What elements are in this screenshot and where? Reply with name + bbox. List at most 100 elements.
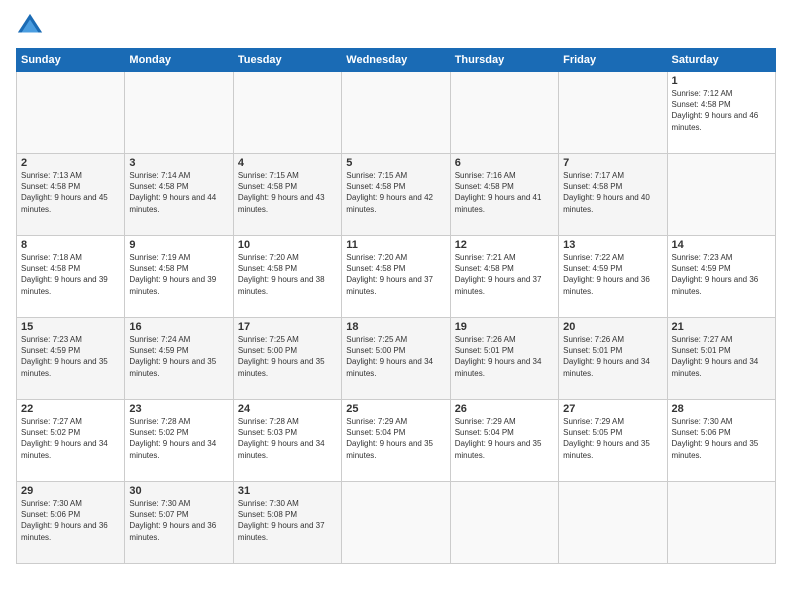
day-info: Sunrise: 7:20 AMSunset: 4:58 PMDaylight:… — [346, 252, 445, 297]
day-number: 11 — [346, 239, 445, 251]
day-number: 6 — [455, 157, 554, 169]
day-info: Sunrise: 7:30 AMSunset: 5:06 PMDaylight:… — [21, 498, 120, 543]
day-number: 30 — [129, 485, 228, 497]
calendar-cell: 11Sunrise: 7:20 AMSunset: 4:58 PMDayligh… — [342, 236, 450, 318]
calendar-cell: 15Sunrise: 7:23 AMSunset: 4:59 PMDayligh… — [17, 318, 125, 400]
calendar-cell — [342, 482, 450, 564]
day-number: 22 — [21, 403, 120, 415]
day-info: Sunrise: 7:30 AMSunset: 5:08 PMDaylight:… — [238, 498, 337, 543]
day-info: Sunrise: 7:15 AMSunset: 4:58 PMDaylight:… — [238, 170, 337, 215]
calendar-cell — [450, 482, 558, 564]
calendar-cell: 20Sunrise: 7:26 AMSunset: 5:01 PMDayligh… — [559, 318, 667, 400]
day-info: Sunrise: 7:13 AMSunset: 4:58 PMDaylight:… — [21, 170, 120, 215]
calendar-cell: 18Sunrise: 7:25 AMSunset: 5:00 PMDayligh… — [342, 318, 450, 400]
calendar-header-cell: Monday — [125, 49, 233, 72]
calendar-cell: 29Sunrise: 7:30 AMSunset: 5:06 PMDayligh… — [17, 482, 125, 564]
calendar-week-row: 2Sunrise: 7:13 AMSunset: 4:58 PMDaylight… — [17, 154, 776, 236]
day-number: 28 — [672, 403, 771, 415]
day-number: 26 — [455, 403, 554, 415]
calendar-cell: 10Sunrise: 7:20 AMSunset: 4:58 PMDayligh… — [233, 236, 341, 318]
day-number: 31 — [238, 485, 337, 497]
calendar-cell — [17, 72, 125, 154]
day-info: Sunrise: 7:18 AMSunset: 4:58 PMDaylight:… — [21, 252, 120, 297]
day-number: 9 — [129, 239, 228, 251]
calendar-table: SundayMondayTuesdayWednesdayThursdayFrid… — [16, 48, 776, 564]
calendar-cell: 17Sunrise: 7:25 AMSunset: 5:00 PMDayligh… — [233, 318, 341, 400]
calendar-cell — [559, 72, 667, 154]
calendar-week-row: 22Sunrise: 7:27 AMSunset: 5:02 PMDayligh… — [17, 400, 776, 482]
day-info: Sunrise: 7:21 AMSunset: 4:58 PMDaylight:… — [455, 252, 554, 297]
calendar-cell: 9Sunrise: 7:19 AMSunset: 4:58 PMDaylight… — [125, 236, 233, 318]
calendar-cell: 6Sunrise: 7:16 AMSunset: 4:58 PMDaylight… — [450, 154, 558, 236]
day-number: 24 — [238, 403, 337, 415]
calendar-header-cell: Tuesday — [233, 49, 341, 72]
calendar-cell: 4Sunrise: 7:15 AMSunset: 4:58 PMDaylight… — [233, 154, 341, 236]
day-number: 5 — [346, 157, 445, 169]
day-info: Sunrise: 7:28 AMSunset: 5:03 PMDaylight:… — [238, 416, 337, 461]
calendar-cell — [233, 72, 341, 154]
day-info: Sunrise: 7:19 AMSunset: 4:58 PMDaylight:… — [129, 252, 228, 297]
day-info: Sunrise: 7:22 AMSunset: 4:59 PMDaylight:… — [563, 252, 662, 297]
calendar-page: SundayMondayTuesdayWednesdayThursdayFrid… — [0, 0, 792, 612]
calendar-cell: 1Sunrise: 7:12 AMSunset: 4:58 PMDaylight… — [667, 72, 775, 154]
day-number: 12 — [455, 239, 554, 251]
calendar-header-cell: Saturday — [667, 49, 775, 72]
day-number: 16 — [129, 321, 228, 333]
day-number: 8 — [21, 239, 120, 251]
logo-icon — [16, 12, 44, 40]
calendar-cell — [342, 72, 450, 154]
day-number: 20 — [563, 321, 662, 333]
calendar-cell: 24Sunrise: 7:28 AMSunset: 5:03 PMDayligh… — [233, 400, 341, 482]
calendar-cell — [559, 482, 667, 564]
day-info: Sunrise: 7:25 AMSunset: 5:00 PMDaylight:… — [238, 334, 337, 379]
header — [16, 12, 776, 40]
calendar-body: 1Sunrise: 7:12 AMSunset: 4:58 PMDaylight… — [17, 72, 776, 564]
calendar-week-row: 29Sunrise: 7:30 AMSunset: 5:06 PMDayligh… — [17, 482, 776, 564]
calendar-cell: 26Sunrise: 7:29 AMSunset: 5:04 PMDayligh… — [450, 400, 558, 482]
day-info: Sunrise: 7:17 AMSunset: 4:58 PMDaylight:… — [563, 170, 662, 215]
day-number: 4 — [238, 157, 337, 169]
day-info: Sunrise: 7:29 AMSunset: 5:05 PMDaylight:… — [563, 416, 662, 461]
day-number: 23 — [129, 403, 228, 415]
calendar-cell: 3Sunrise: 7:14 AMSunset: 4:58 PMDaylight… — [125, 154, 233, 236]
calendar-cell: 8Sunrise: 7:18 AMSunset: 4:58 PMDaylight… — [17, 236, 125, 318]
day-info: Sunrise: 7:15 AMSunset: 4:58 PMDaylight:… — [346, 170, 445, 215]
calendar-header-cell: Sunday — [17, 49, 125, 72]
calendar-cell: 21Sunrise: 7:27 AMSunset: 5:01 PMDayligh… — [667, 318, 775, 400]
day-info: Sunrise: 7:20 AMSunset: 4:58 PMDaylight:… — [238, 252, 337, 297]
day-number: 25 — [346, 403, 445, 415]
day-number: 13 — [563, 239, 662, 251]
calendar-cell — [450, 72, 558, 154]
day-info: Sunrise: 7:28 AMSunset: 5:02 PMDaylight:… — [129, 416, 228, 461]
calendar-cell: 5Sunrise: 7:15 AMSunset: 4:58 PMDaylight… — [342, 154, 450, 236]
logo — [16, 12, 48, 40]
day-info: Sunrise: 7:26 AMSunset: 5:01 PMDaylight:… — [563, 334, 662, 379]
day-info: Sunrise: 7:24 AMSunset: 4:59 PMDaylight:… — [129, 334, 228, 379]
day-info: Sunrise: 7:29 AMSunset: 5:04 PMDaylight:… — [455, 416, 554, 461]
day-number: 2 — [21, 157, 120, 169]
day-info: Sunrise: 7:30 AMSunset: 5:07 PMDaylight:… — [129, 498, 228, 543]
day-info: Sunrise: 7:27 AMSunset: 5:02 PMDaylight:… — [21, 416, 120, 461]
day-number: 21 — [672, 321, 771, 333]
calendar-cell: 13Sunrise: 7:22 AMSunset: 4:59 PMDayligh… — [559, 236, 667, 318]
calendar-cell: 25Sunrise: 7:29 AMSunset: 5:04 PMDayligh… — [342, 400, 450, 482]
calendar-cell — [667, 154, 775, 236]
calendar-cell — [125, 72, 233, 154]
day-info: Sunrise: 7:12 AMSunset: 4:58 PMDaylight:… — [672, 88, 771, 133]
day-info: Sunrise: 7:23 AMSunset: 4:59 PMDaylight:… — [21, 334, 120, 379]
day-number: 10 — [238, 239, 337, 251]
calendar-cell: 22Sunrise: 7:27 AMSunset: 5:02 PMDayligh… — [17, 400, 125, 482]
day-number: 18 — [346, 321, 445, 333]
day-number: 3 — [129, 157, 228, 169]
calendar-cell: 16Sunrise: 7:24 AMSunset: 4:59 PMDayligh… — [125, 318, 233, 400]
day-number: 27 — [563, 403, 662, 415]
day-info: Sunrise: 7:16 AMSunset: 4:58 PMDaylight:… — [455, 170, 554, 215]
calendar-header-cell: Friday — [559, 49, 667, 72]
day-info: Sunrise: 7:27 AMSunset: 5:01 PMDaylight:… — [672, 334, 771, 379]
calendar-cell — [667, 482, 775, 564]
day-number: 17 — [238, 321, 337, 333]
calendar-header-cell: Thursday — [450, 49, 558, 72]
day-info: Sunrise: 7:29 AMSunset: 5:04 PMDaylight:… — [346, 416, 445, 461]
day-number: 29 — [21, 485, 120, 497]
day-info: Sunrise: 7:14 AMSunset: 4:58 PMDaylight:… — [129, 170, 228, 215]
